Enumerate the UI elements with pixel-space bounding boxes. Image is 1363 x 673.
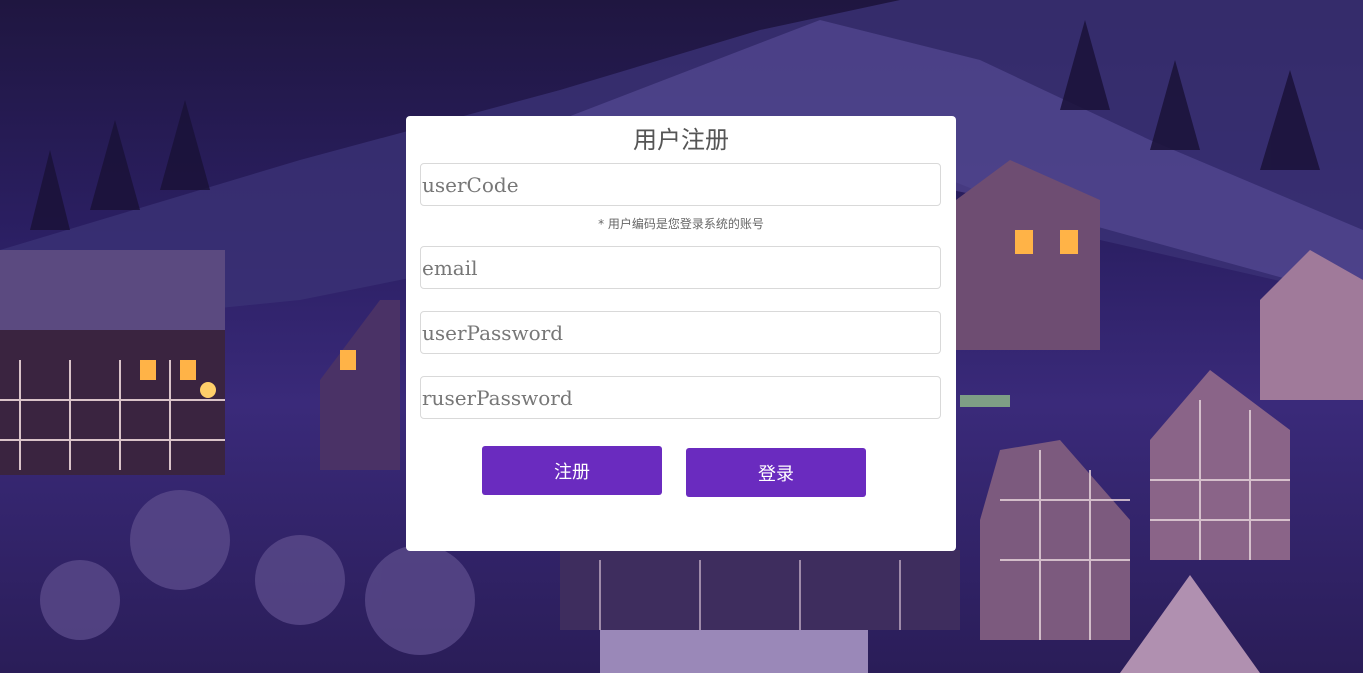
login-button[interactable]: 登录: [686, 448, 866, 497]
user-code-hint: * 用户编码是您登录系统的账号: [598, 217, 764, 231]
register-button[interactable]: 注册: [482, 446, 662, 495]
password-input[interactable]: [420, 311, 941, 354]
user-code-input[interactable]: [420, 163, 941, 206]
email-input[interactable]: [420, 246, 941, 289]
repeat-password-input[interactable]: [420, 376, 941, 419]
register-card: 用户注册 * 用户编码是您登录系统的账号 注册 登录: [406, 116, 956, 551]
page-title: 用户注册: [633, 126, 729, 154]
